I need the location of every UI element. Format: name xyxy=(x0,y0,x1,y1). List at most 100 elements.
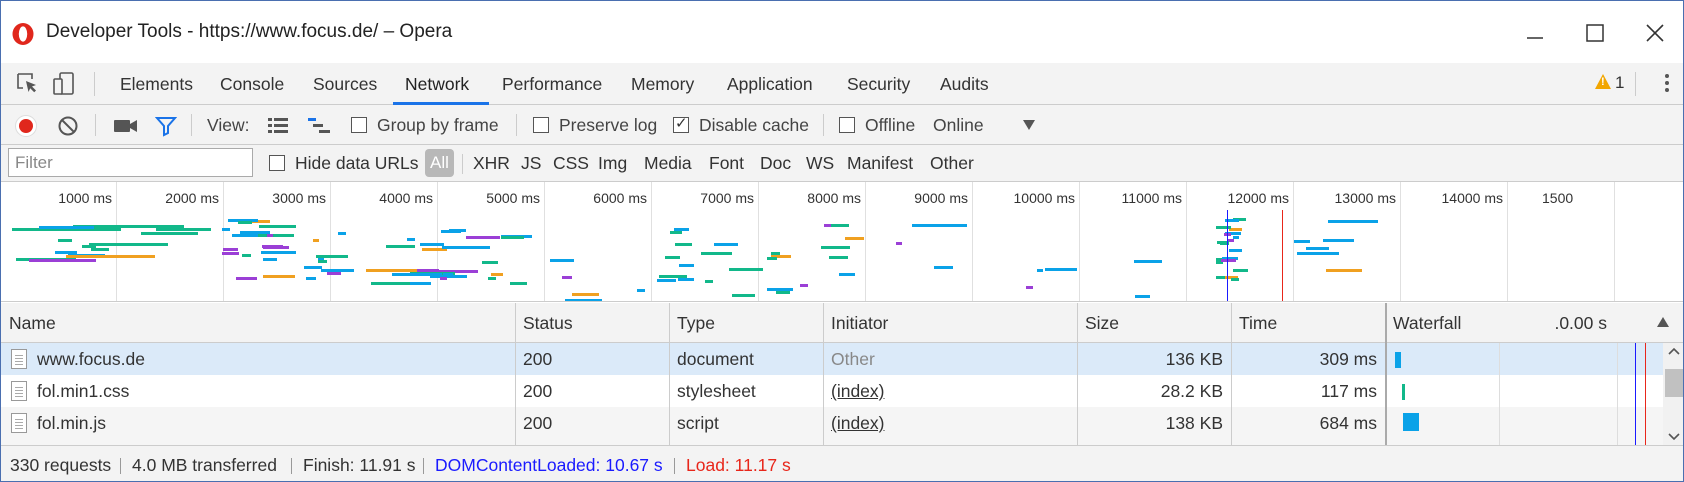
filter-type-manifest[interactable]: Manifest xyxy=(847,145,913,182)
overview-request-bar xyxy=(259,225,296,228)
status-divider xyxy=(120,458,121,474)
tab-application[interactable]: Application xyxy=(727,63,813,105)
tab-console[interactable]: Console xyxy=(220,63,284,105)
filter-type-other[interactable]: Other xyxy=(930,145,974,182)
filter-type-js[interactable]: JS xyxy=(521,145,541,182)
table-row[interactable]: fol.min1.css 200 stylesheet (index) 28.2… xyxy=(1,375,1386,407)
column-header-name[interactable]: Name xyxy=(1,303,56,343)
overview-request-bar xyxy=(313,239,319,242)
overview-request-bar xyxy=(39,226,94,229)
column-header-size[interactable]: Size xyxy=(1077,303,1119,343)
tab-performance[interactable]: Performance xyxy=(502,63,602,105)
large-rows-icon[interactable] xyxy=(267,116,289,134)
sort-ascending-icon[interactable] xyxy=(1656,316,1670,328)
overview-icon[interactable] xyxy=(307,116,331,134)
inspect-element-icon[interactable] xyxy=(15,71,41,97)
filter-icon[interactable] xyxy=(155,115,177,137)
overview-request-bar xyxy=(338,232,346,235)
overview-request-bar xyxy=(488,277,496,280)
overview-request-bar xyxy=(1216,276,1225,279)
throttling-select[interactable]: Online xyxy=(933,105,984,145)
column-divider[interactable] xyxy=(669,303,670,445)
table-scrollbar[interactable] xyxy=(1663,343,1683,445)
filter-type-img[interactable]: Img xyxy=(598,145,627,182)
overview-request-bar xyxy=(821,246,850,249)
device-toolbar-icon[interactable] xyxy=(51,71,77,97)
request-status: 200 xyxy=(523,381,553,401)
filter-type-css[interactable]: CSS xyxy=(553,145,589,182)
scroll-down-icon[interactable] xyxy=(1668,433,1680,441)
overview-dom-content-loaded-marker xyxy=(1227,210,1228,301)
overview-request-bar xyxy=(1134,260,1162,263)
overview-request-bar xyxy=(442,246,490,249)
request-initiator[interactable]: (index) xyxy=(823,375,885,407)
overview-request-bar xyxy=(839,273,855,276)
overview-tick-label: 8000 ms xyxy=(807,190,861,206)
table-row[interactable]: www.focus.de 200 document Other 136 KB 3… xyxy=(1,343,1386,375)
request-size: 138 KB xyxy=(1165,413,1223,433)
close-button[interactable] xyxy=(1625,13,1683,53)
column-divider[interactable] xyxy=(1077,303,1078,445)
column-divider[interactable] xyxy=(1231,303,1232,445)
group-by-frame-checkbox[interactable] xyxy=(351,117,367,133)
network-overview[interactable]: 1000 ms 2000 ms 3000 ms 4000 ms 5000 ms 6000 … xyxy=(1,182,1683,302)
filter-type-font[interactable]: Font xyxy=(709,145,744,182)
finish-time: Finish: 11.91 s xyxy=(303,455,416,475)
group-by-frame-label: Group by frame xyxy=(377,115,499,135)
overview-request-bar xyxy=(501,236,524,239)
tab-memory[interactable]: Memory xyxy=(631,63,694,105)
waterfall-grid-line xyxy=(1499,343,1500,445)
column-header-status[interactable]: Status xyxy=(515,303,573,343)
request-type: document xyxy=(677,349,754,369)
overview-request-bar xyxy=(482,261,498,264)
request-time: 117 ms xyxy=(1320,381,1377,401)
request-type: stylesheet xyxy=(677,381,756,401)
hide-data-urls-checkbox[interactable] xyxy=(269,155,285,171)
minimize-button[interactable] xyxy=(1505,13,1565,53)
preserve-log-checkbox[interactable] xyxy=(533,117,549,133)
request-initiator[interactable]: (index) xyxy=(823,407,885,439)
scroll-up-icon[interactable] xyxy=(1668,347,1680,355)
overview-request-bar xyxy=(845,237,864,240)
column-divider[interactable] xyxy=(515,303,516,445)
filter-type-all[interactable]: All xyxy=(425,149,454,177)
throttling-dropdown-icon[interactable] xyxy=(1023,120,1035,130)
more-options-icon[interactable] xyxy=(1657,71,1677,97)
load-time: Load: 11.17 s xyxy=(686,455,791,475)
overview-request-bar xyxy=(1026,286,1033,289)
filter-type-xhr[interactable]: XHR xyxy=(473,145,510,182)
table-row[interactable]: fol.min.js 200 script (index) 138 KB 684… xyxy=(1,407,1386,445)
filter-type-doc[interactable]: Doc xyxy=(760,145,791,182)
column-header-waterfall[interactable]: Waterfall xyxy=(1385,303,1461,343)
tab-network[interactable]: Network xyxy=(405,63,469,105)
tab-audits[interactable]: Audits xyxy=(940,63,989,105)
clear-icon[interactable] xyxy=(57,115,79,137)
overview-request-bar xyxy=(236,277,257,280)
toolbar-divider xyxy=(823,114,824,136)
overview-request-bar xyxy=(1050,301,1088,302)
overview-request-bar xyxy=(1231,278,1239,281)
maximize-button[interactable] xyxy=(1565,13,1625,53)
waterfall-bar xyxy=(1403,413,1419,431)
overview-request-bar xyxy=(572,293,599,296)
offline-checkbox[interactable] xyxy=(839,117,855,133)
column-divider[interactable] xyxy=(823,303,824,445)
column-header-time[interactable]: Time xyxy=(1231,303,1277,343)
filter-type-media[interactable]: Media xyxy=(644,145,692,182)
record-button[interactable] xyxy=(15,115,37,137)
tab-elements[interactable]: Elements xyxy=(120,63,193,105)
overview-request-bar xyxy=(306,277,316,280)
disable-cache-checkbox[interactable] xyxy=(673,114,689,133)
capture-screenshots-icon[interactable] xyxy=(113,117,139,135)
overview-request-bar xyxy=(263,246,289,249)
filter-input[interactable] xyxy=(8,148,253,177)
overview-request-bar xyxy=(934,266,953,269)
overview-request-bar xyxy=(767,257,777,260)
tab-sources[interactable]: Sources xyxy=(313,63,377,105)
warnings-counter[interactable]: 1 xyxy=(1595,73,1624,93)
tab-security[interactable]: Security xyxy=(847,63,910,105)
column-header-initiator[interactable]: Initiator xyxy=(823,303,888,343)
scrollbar-thumb[interactable] xyxy=(1665,369,1683,397)
column-header-type[interactable]: Type xyxy=(669,303,715,343)
filter-type-ws[interactable]: WS xyxy=(806,145,834,182)
